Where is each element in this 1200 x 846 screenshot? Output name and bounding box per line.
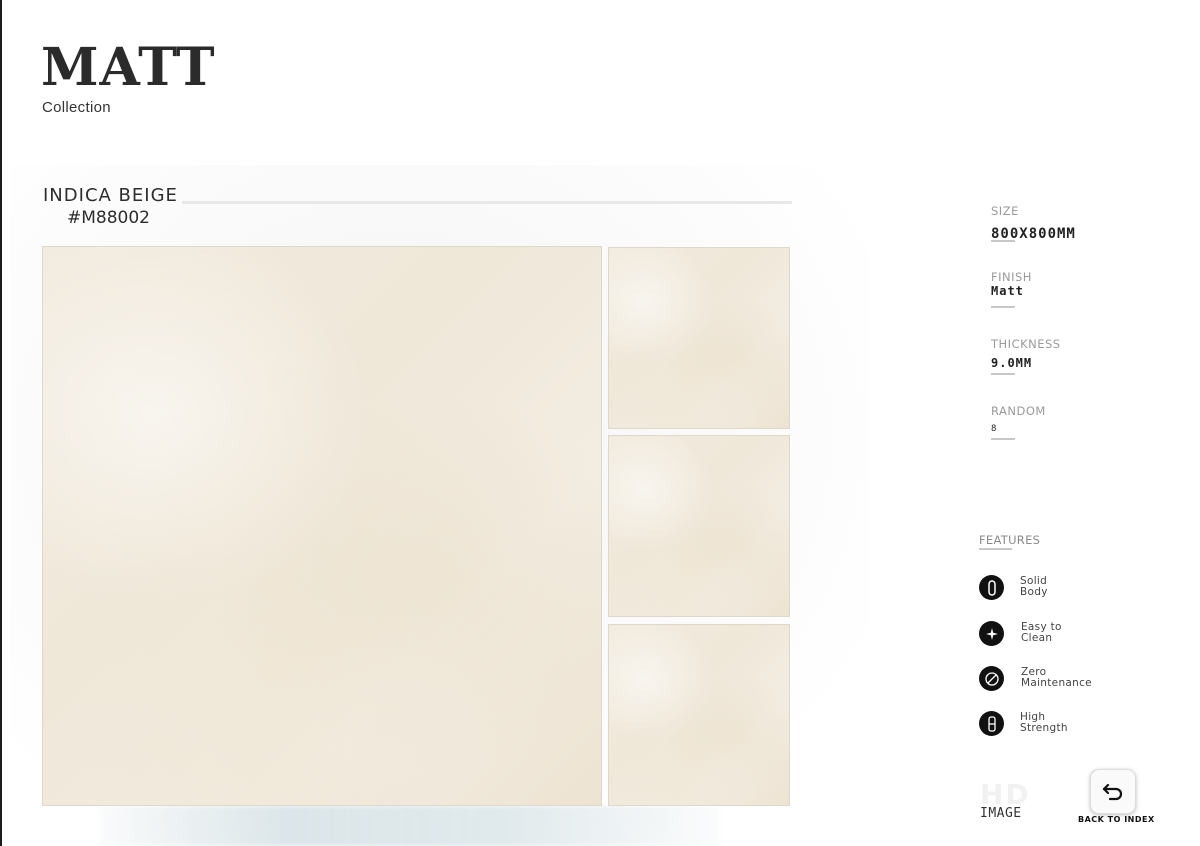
size-rule [991,240,1015,242]
finish-label: FINISH [991,270,1032,284]
feature-easy-clean: Easy to Clean [979,621,1119,649]
size-label: SIZE [991,204,1019,218]
solid-body-icon [979,575,1004,600]
back-to-index-button[interactable] [1090,769,1136,814]
finish-value: Matt [991,284,1024,298]
tile-variation-1[interactable] [608,247,790,429]
collection-title: MATT [41,37,216,98]
feature-easy-clean-text: Easy to Clean [1021,621,1062,644]
tile-variation-3[interactable] [608,624,790,806]
no-maintenance-icon [979,666,1004,691]
feature-zero-maintenance-text: Zero Maintenance [1021,666,1092,689]
finish-rule [991,306,1015,308]
tile-variation-2[interactable] [608,435,790,617]
product-name: INDICA BEIGE [43,185,178,206]
random-value: 8 [991,424,998,434]
thickness-rule [991,373,1015,375]
features-rule [979,548,1012,550]
feature-high-strength: High Strength [979,711,1119,739]
sparkle-icon [979,621,1004,646]
bottom-watercolor [100,806,720,846]
thickness-label: THICKNESS [991,337,1061,351]
strength-icon [979,711,1004,736]
feature-solid-body-text: Solid Body [1020,575,1048,598]
feature-solid-body: Solid Body [979,575,1119,603]
title-divider [182,201,792,204]
random-label: RANDOM [991,404,1046,418]
collection-subtitle: Collection [42,99,111,116]
feature-high-strength-text: High Strength [1020,711,1068,734]
random-rule [991,438,1015,440]
hd-image-link[interactable]: IMAGE [980,806,1022,821]
feature-zero-maintenance: Zero Maintenance [979,666,1119,694]
back-to-index-label[interactable]: BACK TO INDEX [1078,815,1155,824]
tile-main-preview[interactable] [42,246,602,806]
features-heading: FEATURES [979,533,1041,547]
return-arrow-icon [1102,783,1123,800]
product-code: #M88002 [67,208,150,228]
thickness-value: 9.0MM [991,356,1033,370]
